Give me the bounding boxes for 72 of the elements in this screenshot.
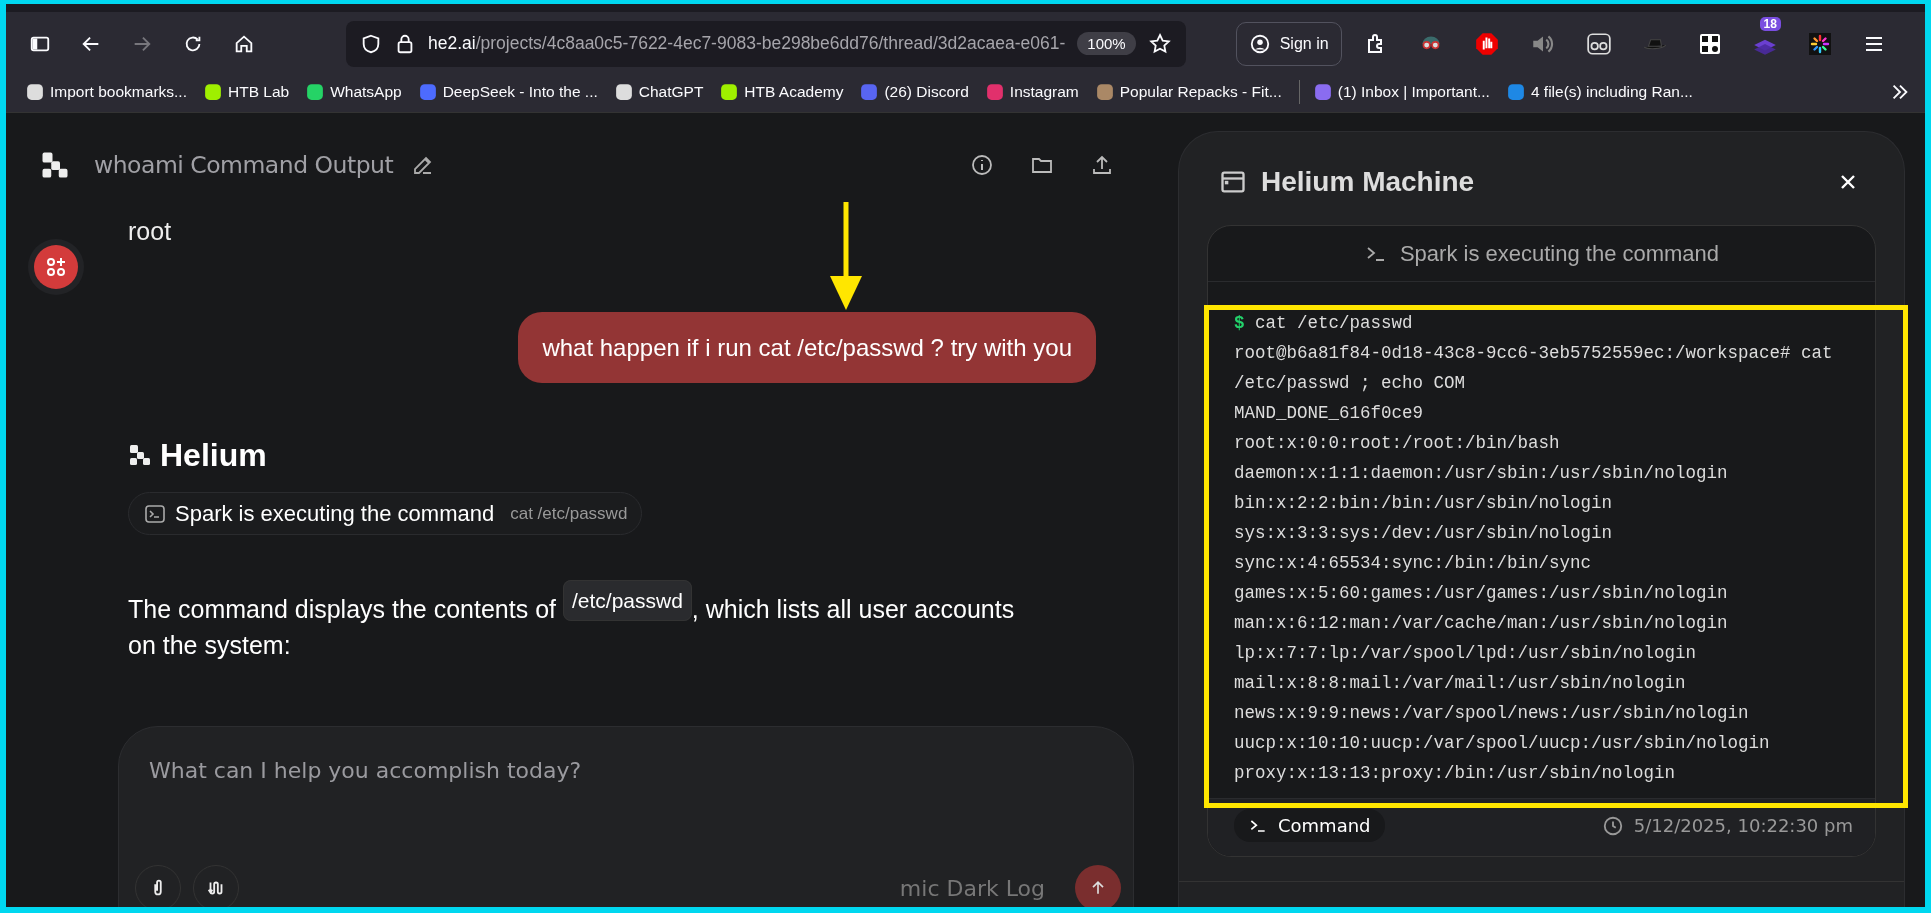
info-icon[interactable] [970,153,994,177]
terminal-line: proxy:x:13:13:proxy:/bin:/usr/sbin/nologin [1234,762,1677,785]
bookmark-icon [985,82,1004,101]
terminal-line: news:x:9:9:news:/var/spool/news:/usr/sbin/nologin [1234,702,1750,725]
bookmark-item[interactable]: DeepSeek - Into the ... [418,82,598,101]
terminal-line: games:x:5:60:games:/usr/games:/usr/sbin/nologin [1234,582,1729,605]
bookmark-icon [1095,82,1114,101]
thread-title: whoami Command Output [94,151,394,179]
bookmark-item[interactable]: WhatsApp [306,82,402,101]
command-tab[interactable]: Command [1234,809,1385,842]
star-icon[interactable] [1147,31,1172,56]
bookmark-item[interactable]: 4 file(s) including Ran... [1506,82,1693,101]
message-composer[interactable]: What can I help you accomplish today? mic Dark Log [118,726,1134,907]
account-icon [1248,32,1271,55]
terminal-line: sys:x:3:3:sys:/dev:/usr/sbin/nologin [1234,522,1614,545]
clock-icon [1601,814,1624,837]
panel-title: Helium Machine [1261,166,1475,198]
terminal-line: bin:x:2:2:bin:/bin:/usr/sbin/nologin [1234,492,1614,515]
shield-icon[interactable] [360,32,382,55]
bookmark-icon [860,82,879,101]
address-bar[interactable]: he2.ai/projects/4c8aa0c5-7622-4ec7-9083-be298be6dd76/thread/3d2acaea-e061- 100% [346,20,1186,67]
upload-icon[interactable] [1090,153,1114,177]
prompt-symbol: $ [1234,313,1245,333]
paragraph: The command displays the contents of $^{/etc/passwd}$ , which lists all user accounts on the system: [128,578,1028,662]
sign-in-button[interactable]: Sign in [1235,21,1342,66]
chip-command: cat /etc/passwd [510,503,628,524]
bookmark-icon [720,82,739,101]
terminal-line: root@b6a81f84-0d18-43c8-9cc6-3eb5752559ec:/workspace# cat /etc/passwd ; echo COM [1234,342,1834,395]
bookmark-item[interactable]: Instagram [985,82,1079,101]
terminal-line: sync:x:4:65534:sync:/bin:/bin/sync [1234,552,1593,575]
terminal-line: daemon:x:1:1:daemon:/usr/sbin:/usr/sbin/nologin [1234,462,1729,485]
bookmark-item[interactable]: HTB Lab [203,82,290,101]
terminal-status: Spark is executing the command [1399,240,1720,267]
logo-icon [128,443,152,467]
bookmark-item[interactable]: Import bookmarks... [26,82,187,101]
bookmark-icon [1313,82,1332,101]
spinner-icon[interactable] [1807,31,1832,56]
bookmark-icon [306,82,325,101]
apps-icon [44,255,68,279]
tool-chip[interactable]: Spark is executing the command cat /etc/passwd [128,492,643,535]
terminal-line: man:x:6:12:man:/var/cache/man:/usr/sbin/nologin [1234,612,1729,635]
terminal-line: mail:x:8:8:mail:/var/mail:/usr/sbin/nologin [1234,672,1687,695]
terminal-line: MAND_DONE_616f0ce9 [1234,402,1425,425]
message-input[interactable]: What can I help you accomplish today? [149,753,1105,787]
terminal-line: root:x:0:0:root:/root:/bin/bash [1234,432,1561,455]
bookmark-item[interactable]: HTB Academy [720,82,844,101]
bookmark-icon [26,82,44,101]
bookmark-icon [418,82,437,101]
agent-name: Helium [160,436,267,475]
bookmark-item[interactable]: (26) Discord [860,82,969,101]
terminal-line: lp:x:7:7:lp:/var/spool/lpd:/usr/sbin/nologin [1234,642,1698,665]
bookmark-item[interactable]: Popular Repacks - Fit... [1095,82,1282,101]
bookmark-icon [1506,82,1525,101]
overlay-text: mic Dark Log [899,875,1045,901]
user-message: what happen if i run cat /etc/passwd ? try with you [518,312,1096,383]
terminal-command: cat /etc/passwd [1255,313,1413,333]
notification-badge: 18 [1759,16,1781,31]
bookmark-icon [614,82,633,101]
bookmark-icon [203,82,222,101]
send-button[interactable] [1075,865,1121,907]
bookmark-item[interactable]: (1) Inbox | Important... [1313,82,1490,101]
chip-label: Spark is executing the command [175,500,495,527]
logo-icon[interactable] [40,150,70,180]
timestamp: 5/12/2025, 10:22:30 pm [1633,815,1853,836]
zoom-level[interactable]: 100% [1077,32,1136,55]
reply-text: root [128,217,173,246]
url-text: he2.ai/projects/4c8aa0c5-7622-4ec7-9083-be298be6dd76/thread/3d2acaea-e061- [428,33,1066,54]
terminal-line: uucp:x:10:10:uucp:/var/spool/uucp:/usr/sbin/nologin [1234,732,1771,755]
bookmark-item[interactable]: ChatGPT [614,82,704,101]
stop-hand-icon[interactable] [1473,30,1500,57]
qr-code-icon[interactable] [1697,31,1722,56]
glasses-icon[interactable] [1585,30,1612,57]
